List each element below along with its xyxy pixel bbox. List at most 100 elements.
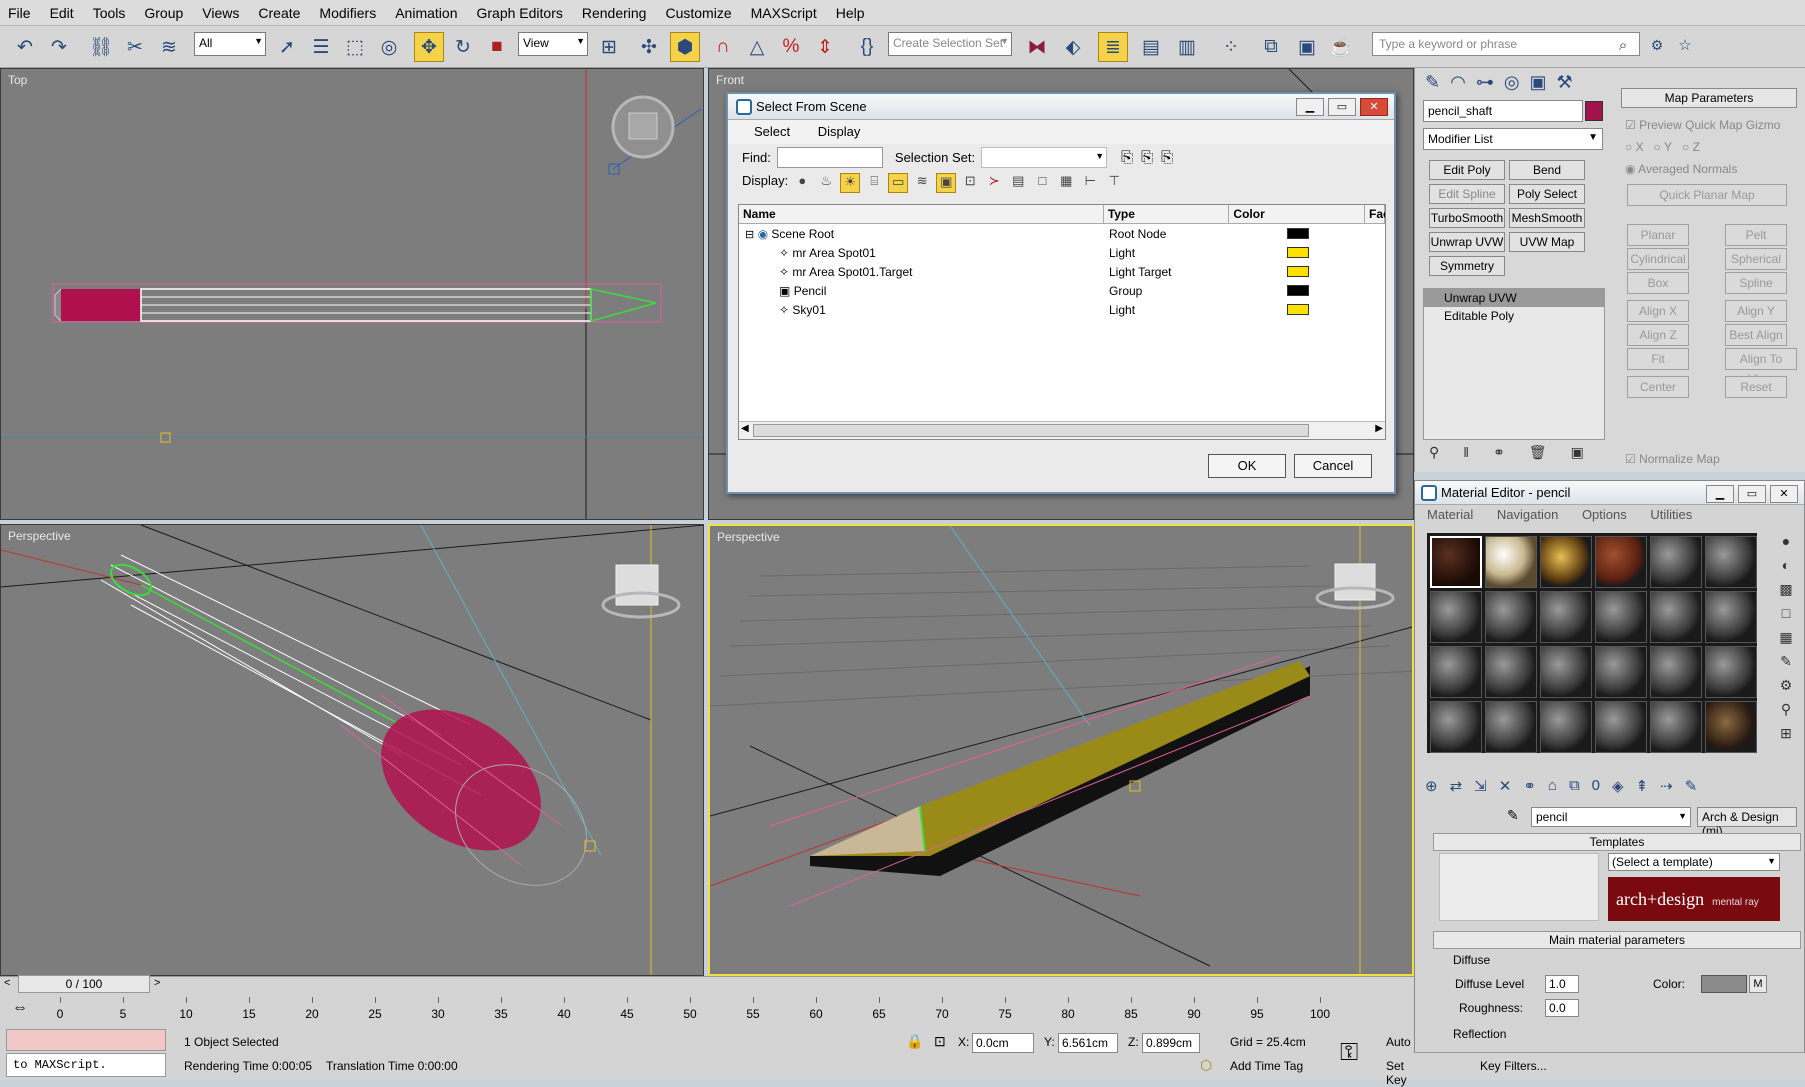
material-slot[interactable] xyxy=(1595,701,1647,753)
xref-filter-icon[interactable]: ⊡ xyxy=(960,173,980,193)
fit-button[interactable]: Fit xyxy=(1627,348,1689,370)
display-influences-icon[interactable]: ⊤ xyxy=(1104,173,1124,193)
maxscript-input[interactable]: to MAXScript. xyxy=(6,1053,166,1077)
menu-help[interactable]: Help xyxy=(836,5,865,21)
utilities-tab-icon[interactable]: ⚒ xyxy=(1557,72,1573,93)
menu-animation[interactable]: Animation xyxy=(395,5,457,21)
viewport-perspective-right[interactable]: Perspective xyxy=(708,524,1414,976)
pivot-center-icon[interactable]: ⊞ xyxy=(594,32,624,62)
snaps-toggle-icon[interactable]: ∩ xyxy=(708,32,738,62)
graphite-toolbar-icon[interactable]: ▤ xyxy=(1136,32,1166,62)
cylindrical-button[interactable]: Cylindrical xyxy=(1627,248,1689,270)
material-id-icon[interactable]: ⧉ xyxy=(1569,777,1580,795)
edit-spline-button[interactable]: Edit Spline xyxy=(1429,184,1505,204)
material-name-field[interactable]: pencil ▼ xyxy=(1531,807,1691,827)
material-slot[interactable] xyxy=(1650,646,1702,698)
put-to-library-icon[interactable]: ⌂ xyxy=(1548,777,1557,795)
make-preview-icon[interactable]: ✎ xyxy=(1771,653,1801,677)
select-manipulate-icon[interactable]: ✣ xyxy=(634,32,664,62)
object-color-swatch[interactable] xyxy=(1585,101,1603,121)
angle-snap-icon[interactable]: △ xyxy=(742,32,772,62)
select-object-icon[interactable]: ➚ xyxy=(272,32,302,62)
material-slot[interactable] xyxy=(1650,591,1702,643)
mirror-icon[interactable]: ⧓ xyxy=(1022,32,1052,62)
table-row[interactable]: ▣ Pencil Group xyxy=(739,281,1385,300)
search-input[interactable]: Type a keyword or phrase xyxy=(1372,32,1640,56)
align-y-button[interactable]: Align Y xyxy=(1725,300,1787,322)
pin-stack-icon[interactable]: ⚲ xyxy=(1429,444,1439,461)
select-by-material-icon[interactable]: ⚲ xyxy=(1771,701,1801,725)
ok-button[interactable]: OK xyxy=(1208,454,1286,478)
preview-gizmo-checkbox[interactable]: ☑ Preview Quick Map Gizmo xyxy=(1625,118,1780,132)
turbosmooth-button[interactable]: TurboSmooth xyxy=(1429,208,1505,228)
go-to-parent-icon[interactable]: ⇞ xyxy=(1636,777,1649,795)
spacewarp-filter-icon[interactable]: ≋ xyxy=(912,173,932,193)
center-button[interactable]: Center xyxy=(1627,376,1689,398)
material-slot[interactable] xyxy=(1540,591,1592,643)
best-align-button[interactable]: Best Align xyxy=(1725,324,1787,346)
material-editor-icon[interactable]: ⁘ xyxy=(1216,32,1246,62)
averaged-normals-radio[interactable]: ◉ Averaged Normals xyxy=(1625,162,1737,176)
camera-filter-icon[interactable]: ⌸ xyxy=(864,173,884,193)
table-row[interactable]: ✧ mr Area Spot01 Light xyxy=(739,243,1385,262)
show-end-result-icon[interactable]: ◈ xyxy=(1612,777,1624,795)
spinner-snap-icon[interactable]: ⇕ xyxy=(810,32,840,62)
video-color-check-icon[interactable]: ▦ xyxy=(1771,629,1801,653)
lock-selection-icon[interactable]: 🔒 xyxy=(906,1033,923,1050)
z-coordinate-input[interactable]: 0.899cm xyxy=(1142,1033,1200,1053)
column-name[interactable]: Name xyxy=(739,205,1104,223)
reference-coordinate-dropdown[interactable]: View ▼ xyxy=(518,32,588,56)
material-slot[interactable] xyxy=(1595,591,1647,643)
display-none-icon[interactable]: □ xyxy=(1032,173,1052,193)
material-slot[interactable] xyxy=(1485,591,1537,643)
collapse-icon[interactable]: ⊟ xyxy=(745,229,754,241)
uvw-map-button[interactable]: UVW Map xyxy=(1509,232,1585,252)
material-slot[interactable] xyxy=(1430,591,1482,643)
spline-button[interactable]: Spline xyxy=(1725,272,1787,294)
menu-maxscript[interactable]: MAXScript xyxy=(751,5,817,21)
rendered-frame-window-icon[interactable]: ▣ xyxy=(1292,32,1322,62)
create-selection-set-icon[interactable]: ⎘ xyxy=(1121,149,1133,166)
viewport-label[interactable]: Perspective xyxy=(8,529,71,543)
helper-filter-icon[interactable]: ▭ xyxy=(888,173,909,193)
main-material-parameters-rollout[interactable]: Main material parameters xyxy=(1433,931,1801,949)
minimize-icon[interactable]: ▁ xyxy=(1706,485,1734,503)
menu-utilities[interactable]: Utilities xyxy=(1650,507,1692,522)
stack-item-unwrap-uvw[interactable]: Unwrap UVW xyxy=(1424,289,1604,307)
planar-button[interactable]: Planar xyxy=(1627,224,1689,246)
display-all-icon[interactable]: ▤ xyxy=(1008,173,1028,193)
template-select-dropdown[interactable]: (Select a template) ▼ xyxy=(1608,853,1780,871)
sample-uv-tiling-icon[interactable]: □ xyxy=(1771,605,1801,629)
templates-rollout[interactable]: Templates xyxy=(1433,833,1801,851)
box-button[interactable]: Box xyxy=(1627,272,1689,294)
layer-manager-icon[interactable]: ≣ xyxy=(1098,32,1128,62)
material-type-button[interactable]: Arch & Design (mi) xyxy=(1697,807,1797,838)
bind-spacewarp-icon[interactable]: ≋ xyxy=(154,32,184,62)
menu-tools[interactable]: Tools xyxy=(93,5,126,21)
menu-display[interactable]: Display xyxy=(818,124,861,139)
create-tab-icon[interactable]: ✎ xyxy=(1425,72,1440,93)
slider-left-icon[interactable]: < xyxy=(4,977,10,989)
selection-filter-dropdown[interactable]: All ▼ xyxy=(194,32,266,56)
maxscript-listener-mini[interactable] xyxy=(6,1029,166,1051)
make-unique-icon[interactable]: ⚭ xyxy=(1493,444,1505,461)
backlight-icon[interactable]: ◐ xyxy=(1771,557,1801,581)
material-slot[interactable] xyxy=(1430,646,1482,698)
pelt-button[interactable]: Pelt xyxy=(1725,224,1787,246)
maximize-icon[interactable]: ▭ xyxy=(1738,485,1766,503)
material-slot[interactable] xyxy=(1430,701,1482,753)
scrollbar-thumb[interactable] xyxy=(753,424,1309,437)
options-icon[interactable]: ⚙ xyxy=(1771,677,1801,701)
material-slot[interactable] xyxy=(1595,536,1647,588)
table-row[interactable]: ✧ mr Area Spot01.Target Light Target xyxy=(739,262,1385,281)
menu-views[interactable]: Views xyxy=(202,5,239,21)
align-z-button[interactable]: Align Z xyxy=(1627,324,1689,346)
set-key-button[interactable]: Set Key xyxy=(1386,1059,1414,1087)
key-filters-button[interactable]: Key Filters... xyxy=(1480,1059,1547,1073)
axis-radio-group[interactable]: ○ X ○ Y ○ Z xyxy=(1625,140,1700,154)
add-to-selection-set-icon[interactable]: ⎘ xyxy=(1141,149,1153,166)
go-forward-sibling-icon[interactable]: ⇢ xyxy=(1660,777,1673,795)
communication-center-icon[interactable]: ⚙ xyxy=(1642,30,1672,60)
material-slot[interactable] xyxy=(1705,701,1757,753)
eyedropper-icon[interactable]: ✎ xyxy=(1507,807,1519,824)
